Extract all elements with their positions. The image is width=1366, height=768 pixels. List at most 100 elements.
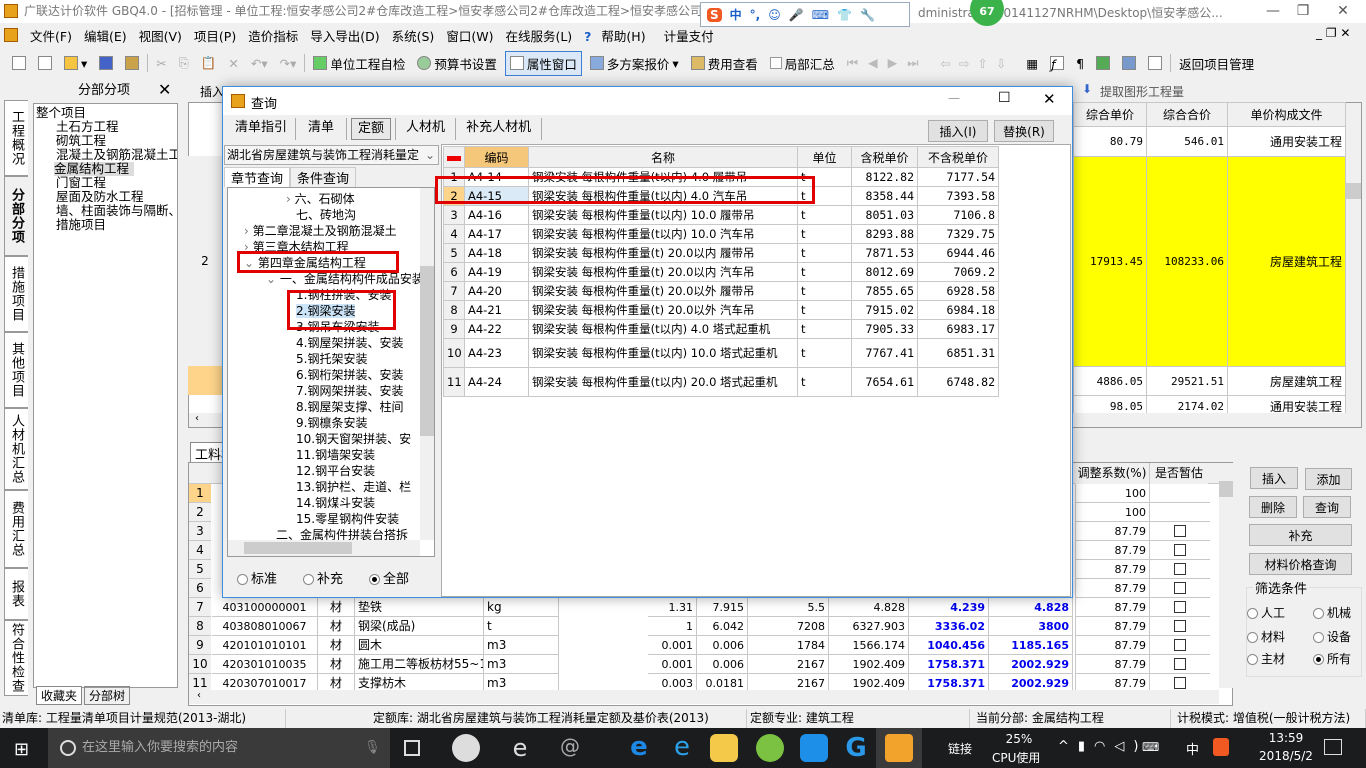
edge-icon[interactable]: e bbox=[625, 734, 653, 762]
radio-all[interactable]: 全部 bbox=[369, 568, 409, 587]
filter-material[interactable]: 材料 bbox=[1247, 628, 1285, 645]
estimate-checkbox[interactable] bbox=[1174, 544, 1186, 556]
row-number[interactable]: 2 bbox=[189, 503, 211, 522]
menu-edit[interactable]: 编辑(E) bbox=[78, 26, 133, 45]
col-header[interactable]: 综合合价 bbox=[1146, 102, 1228, 127]
windows-start-icon[interactable]: ⊞ bbox=[14, 739, 29, 760]
collapse-icon[interactable]: ⌄ bbox=[244, 256, 258, 270]
vtab-fees[interactable]: 费用汇总 bbox=[4, 490, 28, 568]
estimate-checkbox[interactable] bbox=[1174, 658, 1186, 670]
menu-window[interactable]: 窗口(W) bbox=[440, 26, 499, 45]
sogou-tray-icon[interactable] bbox=[1213, 738, 1229, 756]
query-button[interactable]: 查询 bbox=[1303, 496, 1351, 518]
tree-node[interactable]: › 第三章木结构工程 bbox=[228, 239, 418, 255]
estimate-checkbox[interactable] bbox=[1174, 563, 1186, 575]
tree-node[interactable]: ⌄ 第四章金属结构工程 bbox=[228, 255, 418, 271]
fee-view-button[interactable]: 费用查看 bbox=[687, 52, 762, 75]
tab-supplement-resources[interactable]: 补充人材机 bbox=[456, 118, 543, 140]
row-number[interactable]: 7 bbox=[189, 598, 211, 617]
clock-time[interactable]: 13:59 bbox=[1256, 731, 1316, 745]
row-number[interactable]: 4 bbox=[189, 541, 211, 560]
row-number[interactable]: 9 bbox=[189, 636, 211, 655]
tree-node[interactable]: 2.钢梁安装 bbox=[228, 303, 418, 319]
quota-row[interactable]: 11 A4-24 钢梁安装 每根构件重量(t以内) 20.0 塔式起重机 t 7654.… bbox=[443, 367, 999, 397]
nav-arrows[interactable]: ⏮◀▶⏭ bbox=[843, 53, 933, 73]
filter-labor[interactable]: 人工 bbox=[1247, 604, 1285, 621]
redo-icon[interactable]: ↷▾ bbox=[276, 54, 301, 73]
explorer-icon[interactable] bbox=[710, 734, 738, 762]
quota-row[interactable]: 3 A4-16 钢梁安装 每根构件重量(t以内) 10.0 履带吊 t 8051.03 7… bbox=[443, 205, 999, 225]
undo-icon[interactable]: ↶▾ bbox=[247, 54, 272, 73]
shirt-icon[interactable]: 👕 bbox=[837, 8, 852, 22]
quota-row[interactable]: 9 A4-22 钢梁安装 每根构件重量(t以内) 4.0 塔式起重机 t 7905.33… bbox=[443, 319, 999, 339]
col-header-adjust[interactable]: 调整系数(%) bbox=[1075, 463, 1150, 484]
menu-import-export[interactable]: 导入导出(D) bbox=[304, 26, 385, 45]
quota-row[interactable]: 8 A4-21 钢梁安装 每根构件重量(t) 20.0以外 汽车吊 t 7915.02 6… bbox=[443, 300, 999, 320]
col-header-unit[interactable]: 单位 bbox=[797, 146, 852, 168]
search-box[interactable]: 在这里输入你要搜索的内容 🎙 bbox=[48, 728, 390, 768]
tab-bill-guide[interactable]: 清单指引 bbox=[227, 118, 297, 140]
col-header[interactable]: 综合单价 bbox=[1073, 102, 1147, 127]
fan-app-icon[interactable] bbox=[452, 734, 480, 762]
move-arrows[interactable]: ⇦⇨⇧⇩ bbox=[936, 54, 1018, 73]
tree-item[interactable]: 混凝土及钢筋混凝土工程 bbox=[36, 148, 177, 162]
quota-row[interactable]: 1 A4-14 钢梁安装 每根构件重量(t以内) 4.0 履带吊 t 8122.82 71… bbox=[443, 167, 999, 187]
estimate-checkbox[interactable] bbox=[1174, 677, 1186, 689]
dialog-close-button[interactable]: ✕ bbox=[1043, 90, 1056, 108]
spiral-app-icon[interactable]: @ bbox=[556, 734, 584, 762]
dialog-maximize-button[interactable]: ☐ bbox=[998, 90, 1011, 106]
row-number[interactable]: 5 bbox=[189, 560, 211, 579]
tree-item[interactable]: 整个项目 bbox=[36, 106, 175, 120]
menu-system[interactable]: 系统(S) bbox=[386, 26, 441, 45]
ime-punct-toggle[interactable]: °, bbox=[750, 8, 761, 22]
menu-view[interactable]: 视图(V) bbox=[133, 26, 188, 45]
menu-cost-index[interactable]: 造价指标 bbox=[242, 26, 304, 45]
tree-node[interactable]: 11.钢墙架安装 bbox=[228, 447, 418, 463]
col-header-name[interactable]: 名称 bbox=[528, 146, 798, 168]
col-header-tax-price[interactable]: 含税单价 bbox=[851, 146, 918, 168]
row-number-selected[interactable] bbox=[188, 366, 222, 395]
clock-date[interactable]: 2018/5/2 bbox=[1251, 749, 1321, 763]
keyboard-icon[interactable]: ⌨ bbox=[812, 8, 829, 22]
delete-icon[interactable]: ✕ bbox=[224, 54, 242, 73]
save-icon[interactable] bbox=[95, 54, 117, 72]
radio-standard[interactable]: 标准 bbox=[237, 568, 277, 587]
menu-file[interactable]: 文件(F) bbox=[24, 26, 78, 45]
cube-icon[interactable] bbox=[1092, 54, 1114, 72]
report-icon[interactable] bbox=[1118, 54, 1140, 72]
row-number[interactable]: 10 bbox=[189, 655, 211, 674]
ie-old-icon[interactable]: e bbox=[506, 734, 534, 762]
calculator-icon[interactable]: ▦ bbox=[1022, 54, 1042, 73]
tab-quota[interactable]: 定额 bbox=[351, 118, 392, 140]
paste-icon[interactable]: 📋 bbox=[197, 53, 221, 73]
tree-item[interactable]: 措施项目 bbox=[36, 218, 175, 232]
estimate-checkbox[interactable] bbox=[1174, 620, 1186, 632]
tree-node[interactable]: 七、砖地沟 bbox=[228, 207, 418, 223]
table-row[interactable]: 4886.05 29521.51 房屋建筑工程 bbox=[1073, 366, 1346, 396]
return-project-button[interactable]: 返回项目管理 bbox=[1175, 52, 1258, 75]
filter-main-material[interactable]: 主材 bbox=[1247, 650, 1285, 667]
close-panel-icon[interactable]: ✕ bbox=[158, 80, 171, 99]
filter-all[interactable]: 所有 bbox=[1313, 650, 1351, 667]
filter-equipment[interactable]: 设备 bbox=[1313, 628, 1351, 645]
delete-button[interactable]: 删除 bbox=[1249, 496, 1297, 518]
tree-item-selected[interactable]: 金属结构工程 bbox=[54, 162, 134, 176]
close-button[interactable]: ✕ bbox=[1320, 0, 1366, 23]
quota-row[interactable]: 2 A4-15 钢梁安装 每根构件重量(t以内) 4.0 汽车吊 t 8358.44 73… bbox=[443, 186, 999, 206]
supplement-button[interactable]: 补充 bbox=[1249, 524, 1352, 546]
down-arrow-icon[interactable]: ⬇ bbox=[1082, 82, 1092, 96]
tree-node[interactable]: 10.钢天窗架拼装、安 bbox=[228, 431, 418, 447]
vtab-reports[interactable]: 报表 bbox=[4, 568, 28, 620]
tray-icons[interactable]: ^▮◠◁) bbox=[1058, 739, 1147, 754]
add-button[interactable]: 添加 bbox=[1305, 468, 1352, 490]
tree-item[interactable]: 屋面及防水工程 bbox=[36, 190, 175, 204]
estimate-checkbox[interactable] bbox=[1174, 582, 1186, 594]
collapse-icon[interactable]: ⌄ bbox=[266, 272, 280, 286]
notification-icon[interactable] bbox=[1324, 739, 1342, 755]
vtab-compliance[interactable]: 符合性检查 bbox=[4, 620, 28, 696]
property-window-button[interactable]: 属性窗口 bbox=[504, 50, 582, 76]
wrench-icon[interactable]: 🔧 bbox=[860, 8, 875, 22]
quota-row[interactable]: 4 A4-17 钢梁安装 每根构件重量(t以内) 10.0 汽车吊 t 8293.88 7… bbox=[443, 224, 999, 244]
dialog-replace-button[interactable]: 替换(R) bbox=[994, 120, 1054, 142]
tree-node[interactable]: › 第二章混凝土及钢筋混凝土 bbox=[228, 223, 418, 239]
